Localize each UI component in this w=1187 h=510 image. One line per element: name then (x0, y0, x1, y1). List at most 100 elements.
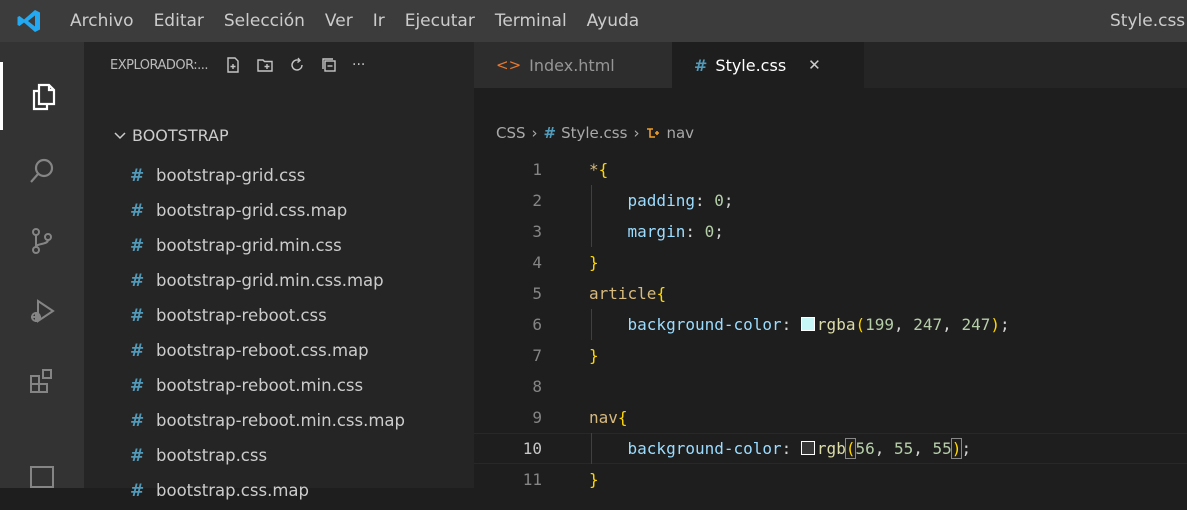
file-label: bootstrap-reboot.css.map (156, 341, 369, 360)
code-line[interactable]: 2 padding: 0; (474, 185, 1187, 216)
file-label: bootstrap.css.map (156, 481, 309, 500)
breadcrumb-symbol[interactable]: nav (666, 124, 694, 142)
chevron-down-icon (114, 126, 126, 145)
chevron-right-icon: › (531, 124, 538, 142)
line-number: 6 (532, 315, 542, 334)
code-text: } (589, 247, 599, 278)
code-line[interactable]: 5 article{ (474, 278, 1187, 309)
code-line[interactable]: 10 background-color: rgb(56, 55, 55); (474, 433, 1187, 464)
line-number: 4 (532, 253, 542, 272)
css-hash-icon: # (543, 124, 557, 142)
code-line[interactable]: 6 background-color: rgba(199, 247, 247); (474, 309, 1187, 340)
menu-item-terminal[interactable]: Terminal (485, 0, 577, 42)
new-folder-icon[interactable] (256, 56, 274, 74)
run-debug-icon[interactable] (0, 277, 84, 345)
code-token: : (781, 315, 801, 334)
folder-bootstrap[interactable]: BOOTSTRAP (114, 126, 229, 145)
menu-item-editar[interactable]: Editar (144, 0, 214, 42)
menu-item-ejecutar[interactable]: Ejecutar (395, 0, 485, 42)
menu-item-ayuda[interactable]: Ayuda (577, 0, 650, 42)
file-item[interactable]: # bootstrap-grid.min.css.map (130, 263, 405, 298)
css-hash-icon: # (130, 340, 145, 361)
code-token: : (685, 222, 705, 241)
breadcrumb-folder[interactable]: CSS (496, 124, 526, 142)
css-hash-icon: # (130, 305, 145, 326)
code-token: 55 (894, 439, 914, 458)
code-token: background-color (627, 439, 782, 458)
css-hash-icon: # (130, 375, 145, 396)
menu-bar: Archivo Editar Selección Ver Ir Ejecutar Termi… (60, 0, 649, 42)
code-token: ; (999, 315, 1010, 334)
code-text: margin: 0; (589, 216, 724, 247)
file-item[interactable]: # bootstrap-reboot.min.css.map (130, 403, 405, 438)
code-token: rgb (816, 439, 846, 458)
explorer-header: EXPLORADOR:... ··· (84, 42, 474, 88)
line-number: 9 (532, 408, 542, 427)
code-editor[interactable]: 1 *{2 padding: 0; 3 margin: 0; 4} 5 article{6… (474, 154, 1187, 495)
line-number: 1 (532, 160, 542, 179)
code-token: 56 (855, 439, 875, 458)
code-text: padding: 0; (589, 185, 734, 216)
code-token: ) (950, 438, 963, 459)
tab-index-html[interactable]: <> Index.html (474, 42, 672, 88)
search-icon[interactable] (0, 137, 84, 205)
file-label: bootstrap-reboot.css (156, 306, 327, 325)
css-hash-icon: # (130, 445, 145, 466)
file-item[interactable]: # bootstrap-reboot.css.map (130, 333, 405, 368)
tab-style-css[interactable]: # Style.css ✕ (672, 42, 864, 88)
code-line[interactable]: 3 margin: 0; (474, 216, 1187, 247)
code-line[interactable]: 7} (474, 340, 1187, 371)
tab-label: Index.html (529, 55, 615, 75)
code-line[interactable]: 8 (474, 371, 1187, 402)
menu-item-archivo[interactable]: Archivo (60, 0, 144, 42)
refresh-icon[interactable] (288, 56, 306, 74)
menu-item-selección[interactable]: Selección (214, 0, 315, 42)
explorer-icon[interactable] (0, 62, 84, 130)
file-item[interactable]: # bootstrap-grid.min.css (130, 228, 405, 263)
file-label: bootstrap-reboot.min.css.map (156, 411, 405, 430)
file-item[interactable]: # bootstrap.css.map (130, 473, 405, 508)
code-line[interactable]: 11} (474, 464, 1187, 495)
file-item[interactable]: # bootstrap-reboot.min.css (130, 368, 405, 403)
css-hash-icon: # (130, 480, 145, 501)
file-label: bootstrap-reboot.min.css (156, 376, 364, 395)
collapse-all-icon[interactable] (320, 56, 338, 74)
file-item[interactable]: # bootstrap.css (130, 438, 405, 473)
file-item[interactable]: # bootstrap-grid.css (130, 158, 405, 193)
code-token: padding (627, 191, 695, 210)
html-file-icon: <> (496, 56, 522, 74)
file-item[interactable]: # bootstrap-reboot.css (130, 298, 405, 333)
menu-item-ir[interactable]: Ir (363, 0, 395, 42)
code-token: { (598, 160, 609, 179)
file-item[interactable]: # bootstrap-grid.css.map (130, 193, 405, 228)
menu-item-ver[interactable]: Ver (315, 0, 363, 42)
extensions-icon[interactable] (0, 347, 84, 415)
explorer-sidebar: EXPLORADOR:... ··· BOOTSTRAP # bootstrap-… (84, 42, 474, 501)
color-swatch[interactable] (800, 317, 815, 331)
code-line[interactable]: 4} (474, 247, 1187, 278)
code-line[interactable]: 1 *{ (474, 154, 1187, 185)
code-token: : (694, 191, 715, 210)
code-text: } (589, 464, 599, 495)
code-text: background-color: rgb(56, 55, 55); (589, 433, 971, 464)
code-token: , (942, 315, 962, 334)
folder-label: BOOTSTRAP (132, 126, 229, 145)
code-token: , (913, 439, 933, 458)
new-file-icon[interactable] (224, 56, 242, 74)
symbol-class-icon (645, 125, 661, 141)
close-icon[interactable]: ✕ (808, 56, 821, 74)
css-hash-icon: # (130, 235, 145, 256)
color-swatch[interactable] (800, 441, 815, 455)
source-control-icon[interactable] (0, 207, 84, 275)
code-token: : (781, 439, 801, 458)
code-line[interactable]: 9 nav{ (474, 402, 1187, 433)
breadcrumb-file[interactable]: Style.css (561, 124, 627, 142)
panel-icon[interactable] (0, 442, 84, 510)
css-hash-icon: # (130, 200, 145, 221)
css-hash-icon: # (130, 165, 145, 186)
css-hash-icon: # (694, 55, 708, 75)
code-token: nav (589, 408, 618, 427)
more-actions-icon[interactable]: ··· (352, 57, 365, 73)
